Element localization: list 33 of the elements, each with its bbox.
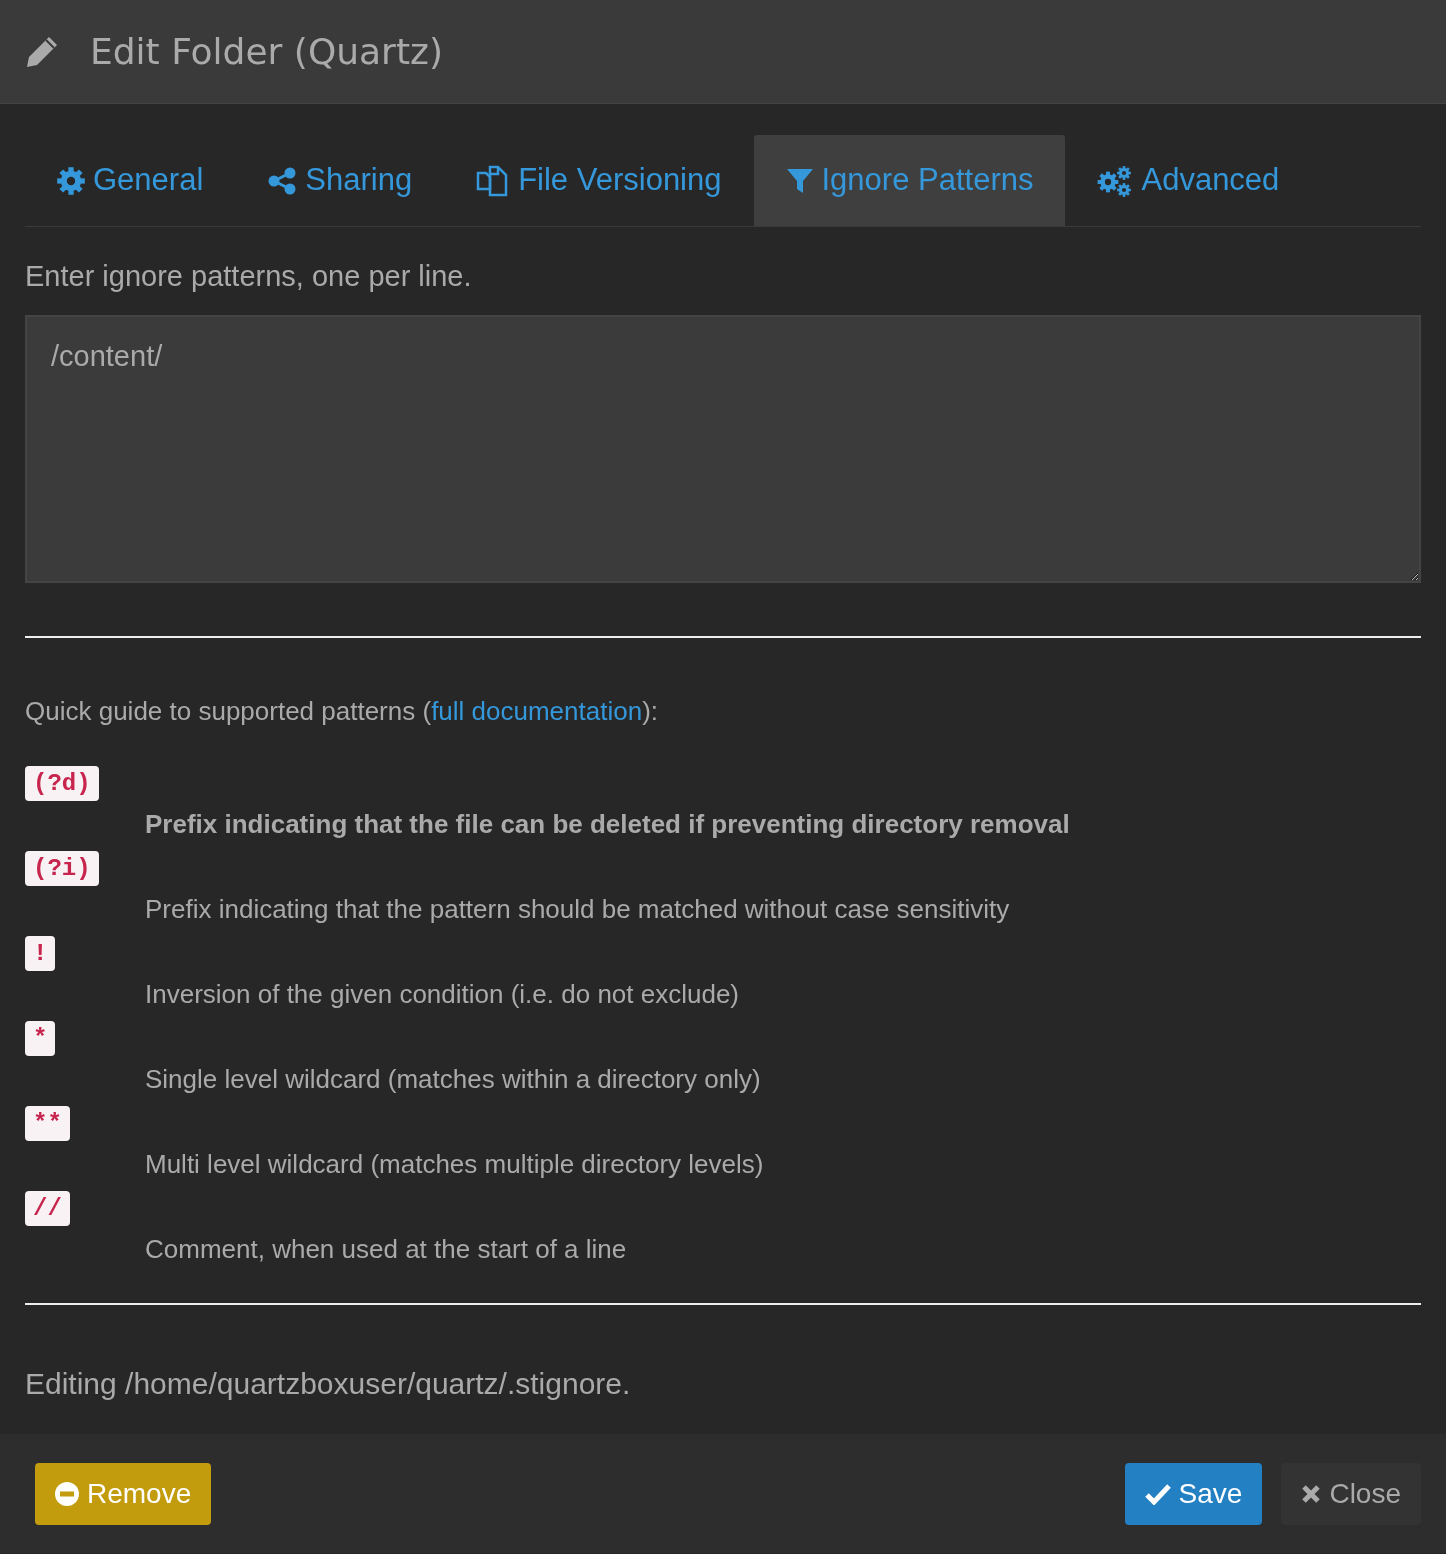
pattern-code: ! [25, 935, 56, 971]
save-button[interactable]: Save [1124, 1462, 1263, 1525]
pattern-description: Prefix indicating that the file can be deleted if preventing directory removal [145, 807, 1071, 841]
gear-icon [57, 166, 85, 195]
pattern-code: (?i) [25, 850, 99, 886]
pattern-code: * [25, 1020, 56, 1056]
instruction-text: Enter ignore patterns, one per line. [25, 259, 473, 294]
editing-note: Editing /home/quartzboxuser/quartz/.stignore. [25, 1365, 632, 1402]
tab[interactable]: File Versioning [444, 135, 754, 226]
minus-circle-icon [55, 1481, 79, 1506]
tab[interactable]: Sharing [235, 135, 445, 226]
dialog-title: Edit Folder (Quartz) [90, 29, 443, 74]
pattern-code: (?d) [25, 765, 99, 801]
tab[interactable]: General [25, 135, 236, 226]
tab[interactable]: Advanced [1065, 135, 1312, 226]
gears-icon [1097, 164, 1134, 197]
pattern-description: Multi level wildcard (matches multiple directory levels) [145, 1147, 765, 1181]
pattern-description: Inversion of the given condition (i.e. do not exclude) [145, 977, 741, 1011]
share-icon [267, 166, 298, 195]
tab[interactable]: Ignore Patterns [753, 135, 1066, 226]
guide-text: Quick guide to supported patterns (full documentation): [25, 694, 660, 728]
filter-icon [785, 166, 814, 195]
check-icon [1144, 1482, 1171, 1505]
pattern-code: // [25, 1190, 70, 1226]
pattern-code: ** [25, 1105, 70, 1141]
close-button[interactable]: Close [1281, 1462, 1421, 1525]
pattern-description: Single level wildcard (matches within a directory only) [145, 1062, 762, 1096]
pattern-description: Prefix indicating that the pattern should be matched without case sensitivity [145, 892, 1011, 926]
patterns-field[interactable]: /content/ [25, 314, 1421, 583]
remove-button[interactable]: Remove [35, 1462, 212, 1525]
documentation-link[interactable]: full documentation [431, 695, 643, 726]
pattern-description: Comment, when used at the start of a line [145, 1232, 628, 1266]
close-icon [1301, 1483, 1322, 1504]
